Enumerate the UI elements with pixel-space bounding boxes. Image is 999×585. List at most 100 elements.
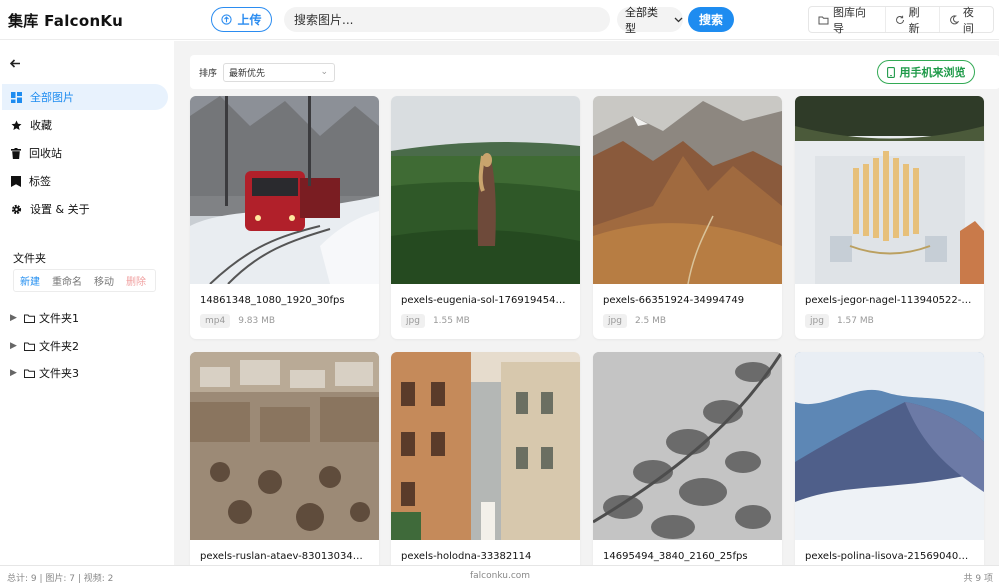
folder-label: 文件夹1 [39,312,79,325]
caret-right-icon[interactable]: ▶ [10,341,20,351]
card-filename: pexels-ruslan-ataev-830130344-1... [200,551,379,562]
chevron-down-icon: ⌄ [320,67,328,77]
sort-toolbar: 排序 最新优先 ⌄ 用手机来浏览 [190,55,999,89]
nav-trash[interactable]: 回收站 [2,140,168,166]
phone-icon [886,66,895,78]
sort-label: 排序 [199,69,218,79]
caret-right-icon[interactable]: ▶ [10,368,20,378]
folder-delete-button[interactable]: 删除 [120,273,152,288]
file-size: 1.55 MB [432,316,470,326]
file-type-badge: jpg [805,314,829,328]
folder-icon [24,342,35,351]
upload-label: 上传 [237,13,262,27]
card-thumbnail[interactable] [593,96,782,284]
folder-icon [24,369,35,378]
folder-move-button[interactable]: 移动 [88,273,120,288]
folder-rename-button[interactable]: 重命名 [46,273,88,288]
media-card[interactable]: pexels-polina-lisova-2156904007-... [795,352,984,565]
card-thumbnail[interactable] [190,96,379,284]
sort-select[interactable]: 最新优先 ⌄ [223,63,335,82]
gallery-guide-button[interactable]: 图库向导 [809,6,886,35]
top-header: 集库 FalconKu 上传 搜索图片... 全部类型 搜索 图库向导 刷新 夜… [0,0,999,40]
card-meta: jpg 1.55 MB [391,306,580,328]
gear-icon [11,204,22,215]
media-card[interactable]: pexels-66351924-34994749 jpg 2.5 MB [593,96,782,339]
caret-right-icon[interactable]: ▶ [10,313,20,323]
folder-actions: 新建 重命名 移动 删除 [13,269,156,292]
card-thumbnail[interactable] [593,352,782,540]
file-type-badge: jpg [603,314,627,328]
card-filename: 14861348_1080_1920_30fps [200,295,345,306]
card-thumbnail[interactable] [391,352,580,540]
upload-icon [221,14,233,25]
app-brand[interactable]: 集库 FalconKu [8,10,123,31]
card-filename: pexels-66351924-34994749 [603,295,745,306]
type-select[interactable]: 全部类型 [617,6,683,35]
nav-favorites[interactable]: 收藏 [2,112,168,138]
grid-icon [11,91,22,103]
nav-label: 收藏 [30,119,52,132]
search-button[interactable]: 搜索 [688,7,734,32]
file-size: 1.57 MB [836,316,874,326]
card-thumbnail[interactable] [391,96,580,284]
folder-item[interactable]: ▶ 文件夹2 [10,338,79,354]
trash-icon [11,147,21,159]
nav-settings[interactable]: 设置 & 关于 [2,196,168,222]
media-card[interactable]: 14861348_1080_1920_30fps mp4 9.83 MB [190,96,379,339]
card-meta: jpg 1.57 MB [795,306,984,328]
card-thumbnail[interactable] [795,352,984,540]
card-filename: pexels-eugenia-sol-1769194548-3... [401,295,580,306]
file-size: 2.5 MB [634,316,667,326]
media-card[interactable]: pexels-jegor-nagel-113940522-30... jpg 1… [795,96,984,339]
sidebar: 全部图片 收藏 回收站 标签 设置 & 关于 文件夹 新建 重命名 移动 删除 … [0,41,174,565]
file-size: 9.83 MB [238,316,276,326]
type-select-value: 全部类型 [625,5,658,35]
media-card[interactable]: pexels-ruslan-ataev-830130344-1... [190,352,379,565]
upload-button[interactable]: 上传 [211,7,272,32]
main-content: 排序 最新优先 ⌄ 用手机来浏览 14861348_1080_1920_30fp… [174,41,999,565]
folder-label: 文件夹2 [39,340,79,353]
folder-new-button[interactable]: 新建 [14,273,46,288]
card-filename: pexels-polina-lisova-2156904007-... [805,551,984,562]
status-bar: 总计: 9 | 图片: 7 | 视频: 2 falconku.com 共 9 项 [0,565,999,585]
nav-tags[interactable]: 标签 [2,168,168,194]
file-type-badge: jpg [401,314,425,328]
nav-label: 设置 & 关于 [30,203,90,216]
folder-label: 文件夹3 [39,367,79,380]
folder-icon [818,15,829,25]
item-count: 共 9 项 [963,574,993,584]
search-input[interactable]: 搜索图片... [284,7,610,32]
refresh-label: 刷新 [908,5,920,35]
gallery-guide-label: 图库向导 [833,5,866,35]
star-icon [11,120,22,131]
card-thumbnail[interactable] [190,352,379,540]
card-filename: 14695494_3840_2160_25fps [603,551,748,562]
folder-icon [24,314,35,323]
mobile-browse-button[interactable]: 用手机来浏览 [877,60,975,84]
chevron-down-icon [674,17,683,23]
night-mode-label: 夜间 [962,5,974,35]
site-link[interactable]: falconku.com [470,571,530,581]
nav-label: 标签 [29,175,51,188]
nav-label: 回收站 [29,147,62,160]
refresh-button[interactable]: 刷新 [886,6,940,35]
tag-icon [11,175,21,187]
card-meta: jpg 2.5 MB [593,306,782,328]
moon-icon [949,14,959,25]
mobile-browse-label: 用手机来浏览 [899,66,966,79]
card-filename: pexels-holodna-33382114 [401,551,532,562]
card-thumbnail[interactable] [795,96,984,284]
media-card[interactable]: pexels-eugenia-sol-1769194548-3... jpg 1… [391,96,580,339]
folder-item[interactable]: ▶ 文件夹3 [10,365,79,381]
card-meta: mp4 9.83 MB [190,306,379,328]
header-toolbar: 图库向导 刷新 夜间 [808,6,994,35]
file-type-badge: mp4 [200,314,231,328]
stats-text: 总计: 9 | 图片: 7 | 视频: 2 [7,574,114,584]
nav-all-images[interactable]: 全部图片 [2,84,168,110]
media-card[interactable]: 14695494_3840_2160_25fps [593,352,782,565]
folder-item[interactable]: ▶ 文件夹1 [10,310,79,326]
refresh-icon [895,15,905,25]
night-mode-button[interactable]: 夜间 [940,6,993,35]
back-arrow-icon[interactable] [10,59,21,68]
media-card[interactable]: pexels-holodna-33382114 [391,352,580,565]
